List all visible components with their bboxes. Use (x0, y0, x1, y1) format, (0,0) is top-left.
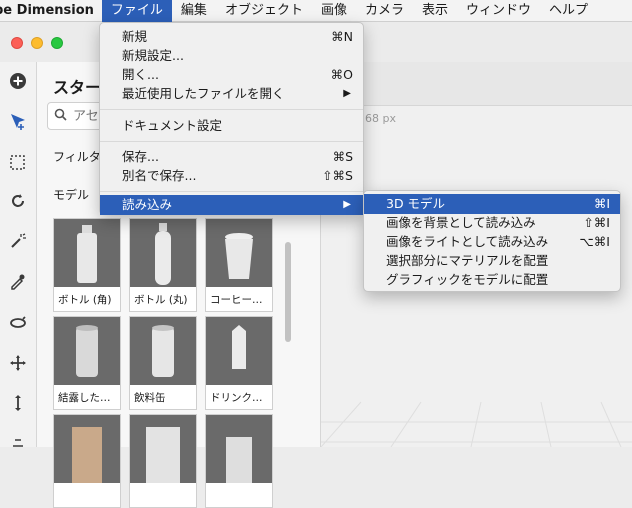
model-name: ボトル (角) (58, 294, 112, 306)
submenu-item-place-material[interactable]: 選択部分にマテリアルを配置 (364, 251, 620, 271)
model-name: ボトル (丸) (134, 294, 188, 306)
panel-scrollbar[interactable] (285, 212, 291, 447)
menu-item-new[interactable]: 新規 ⌘N (100, 27, 363, 47)
pan-icon[interactable] (5, 350, 31, 376)
menu-item-new-settings[interactable]: 新規設定... (100, 46, 363, 66)
menu-object[interactable]: オブジェクト (216, 0, 312, 22)
import-submenu: 3D モデル ⌘I 画像を背景として読み込み ⇧⌘I 画像をライトとして読み込み ⌥⌘… (363, 190, 621, 292)
menu-item-open-recent[interactable]: 最近使用したファイルを開く ▶ (100, 84, 363, 104)
scrollbar-thumb[interactable] (285, 242, 291, 342)
submenu-item-import-light[interactable]: 画像をライトとして読み込み ⌥⌘I (364, 232, 620, 252)
model-tile[interactable]: ボトル (丸) (129, 218, 197, 312)
menu-camera[interactable]: カメラ (356, 0, 413, 22)
menu-view[interactable]: 表示 (413, 0, 457, 22)
select-move-tool-icon[interactable] (5, 109, 31, 135)
search-icon (54, 108, 67, 124)
close-window-button[interactable] (11, 37, 23, 49)
minimize-window-button[interactable] (31, 37, 43, 49)
app-name[interactable]: be Dimension (0, 3, 102, 18)
menu-separator (100, 141, 363, 142)
submenu-item-import-background[interactable]: 画像を背景として読み込み ⇧⌘I (364, 213, 620, 233)
model-name (130, 485, 196, 507)
marquee-select-icon[interactable] (5, 150, 31, 176)
menu-item-save-as[interactable]: 別名で保存... ⇧⌘S (100, 166, 363, 186)
submenu-item-place-graphic[interactable]: グラフィックをモデルに配置 (364, 270, 620, 290)
condensation-can-thumbnail (54, 317, 120, 385)
model-name (54, 485, 120, 507)
bottle-square-thumbnail (54, 219, 120, 287)
menu-edit[interactable]: 編集 (172, 0, 216, 22)
menu-file[interactable]: ファイル (101, 0, 172, 22)
model-name: 結露した… (58, 392, 111, 404)
models-section-label: モデル (53, 188, 90, 202)
beverage-can-thumbnail (130, 317, 196, 385)
model-tile[interactable]: コーヒー… (205, 218, 273, 312)
menu-item-open[interactable]: 開く... ⌘O (100, 65, 363, 85)
filter-label[interactable]: フィルタ (53, 148, 101, 165)
menu-item-import[interactable]: 読み込み ▶ (100, 195, 363, 215)
file-menu: 新規 ⌘N 新規設定... 開く... ⌘O 最近使用したファイルを開く ▶ ドキュメ… (99, 22, 364, 215)
model-name: コーヒー… (210, 294, 263, 306)
model-tile[interactable]: 飲料缶 (129, 316, 197, 410)
model-name (206, 485, 272, 507)
model-name: ドリンク… (210, 392, 263, 404)
menu-image[interactable]: 画像 (312, 0, 356, 22)
menu-window[interactable]: ウィンドウ (457, 0, 540, 22)
model-tile[interactable] (129, 414, 197, 508)
coffee-cup-thumbnail (206, 219, 272, 287)
model-name: 飲料缶 (134, 392, 166, 404)
model-tile[interactable]: ドリンク… (205, 316, 273, 410)
magic-wand-icon[interactable] (5, 228, 31, 254)
tool-bar (0, 62, 37, 447)
drink-carton-thumbnail (206, 317, 272, 385)
model-tile[interactable] (205, 414, 273, 508)
dolly-icon[interactable] (5, 390, 31, 416)
menu-separator (100, 109, 363, 110)
menu-separator (100, 191, 363, 192)
add-icon[interactable] (5, 68, 31, 94)
model-tile[interactable]: 結露した… (53, 316, 121, 410)
sample-tool-icon[interactable] (5, 428, 31, 454)
menu-item-save[interactable]: 保存... ⌘S (100, 147, 363, 167)
model-tile[interactable] (53, 414, 121, 508)
submenu-item-3d-model[interactable]: 3D モデル ⌘I (364, 194, 620, 214)
model-tile[interactable]: ボトル (角) (53, 218, 121, 312)
tube-thumbnail (206, 415, 272, 483)
coffee-bag-thumbnail (54, 415, 120, 483)
menu-item-document-settings[interactable]: ドキュメント設定 (100, 116, 363, 136)
eyedropper-icon[interactable] (5, 268, 31, 294)
pouch-thumbnail (130, 415, 196, 483)
orbit-icon[interactable] (5, 310, 31, 336)
rotate-tool-icon[interactable] (5, 188, 31, 214)
menu-bar: be Dimension ファイル 編集 オブジェクト 画像 カメラ 表示 ウィ… (0, 0, 632, 22)
maximize-window-button[interactable] (51, 37, 63, 49)
bottle-round-thumbnail (130, 219, 196, 287)
menu-help[interactable]: ヘルプ (540, 0, 597, 22)
